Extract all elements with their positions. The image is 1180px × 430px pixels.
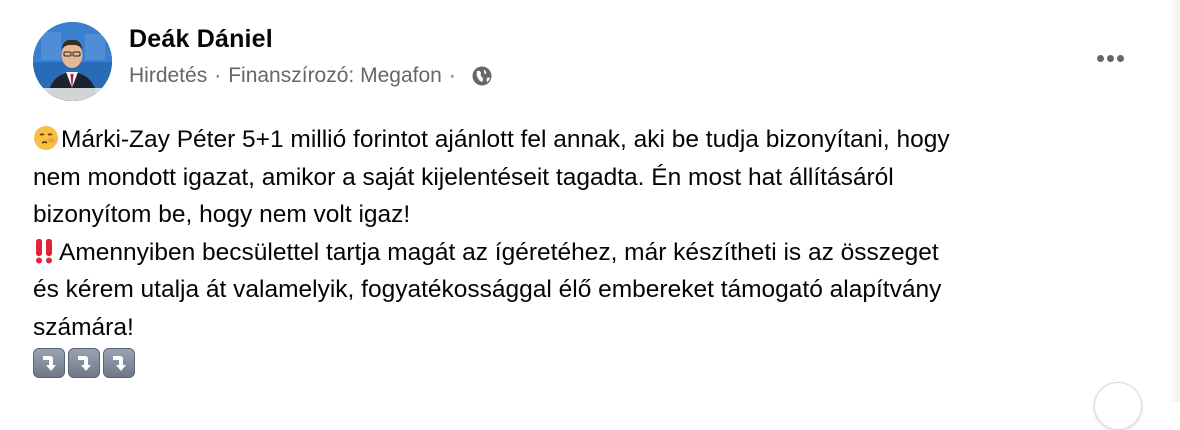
more-options-button[interactable] bbox=[1090, 44, 1130, 72]
more-dot bbox=[1096, 54, 1104, 62]
funder-label: Finanszírozó: Megafon bbox=[228, 64, 442, 87]
more-dot bbox=[1106, 54, 1114, 62]
post-line: és kérem utalja át valamelyik, fogyatéko… bbox=[33, 271, 1153, 309]
author-avatar[interactable] bbox=[33, 22, 112, 101]
post-text: Márki-Zay Péter 5+1 millió forintot aján… bbox=[33, 121, 1153, 378]
globe-icon[interactable] bbox=[471, 65, 493, 87]
floating-action-button[interactable] bbox=[1094, 382, 1142, 430]
page-edge-shadow bbox=[1168, 0, 1180, 402]
down-arrow-emoji bbox=[68, 348, 100, 378]
post-text-line: számára! bbox=[33, 313, 134, 341]
more-dot bbox=[1116, 54, 1124, 62]
post-meta: Hirdetés · Finanszírozó: Megafon · bbox=[129, 64, 493, 88]
post-text-line: és kérem utalja át valamelyik, fogyatéko… bbox=[33, 276, 942, 303]
post-line: bizonyítom be, hogy nem volt igaz! bbox=[33, 196, 1153, 234]
post-text-line: nem mondott igazat, amikor a saját kijel… bbox=[33, 163, 894, 191]
post-line: számára! bbox=[33, 309, 1153, 347]
post-text-line: Márki-Zay Péter 5+1 millió forintot aján… bbox=[61, 126, 950, 153]
meta-separator: · bbox=[214, 64, 222, 87]
sponsored-label[interactable]: Hirdetés bbox=[129, 64, 207, 88]
double-exclamation-emoji bbox=[33, 238, 57, 276]
post-line: nem mondott igazat, amikor a saját kijel… bbox=[33, 159, 1153, 197]
post-line: Márki-Zay Péter 5+1 millió forintot aján… bbox=[33, 121, 1153, 159]
post-text-line: bizonyítom be, hogy nem volt igaz! bbox=[33, 201, 411, 228]
down-arrow-emoji bbox=[103, 348, 135, 378]
lying-face-emoji bbox=[33, 125, 59, 163]
author-name[interactable]: Deák Dániel bbox=[129, 25, 273, 54]
post-text-line: Amennyiben becsülettel tartja magát az í… bbox=[59, 238, 939, 266]
meta-separator: · bbox=[448, 64, 456, 87]
arrow-emoji-row bbox=[33, 348, 1153, 378]
avatar-photo bbox=[33, 22, 112, 101]
down-arrow-emoji bbox=[33, 348, 65, 378]
post-line: Amennyiben becsülettel tartja magát az í… bbox=[33, 234, 1153, 272]
